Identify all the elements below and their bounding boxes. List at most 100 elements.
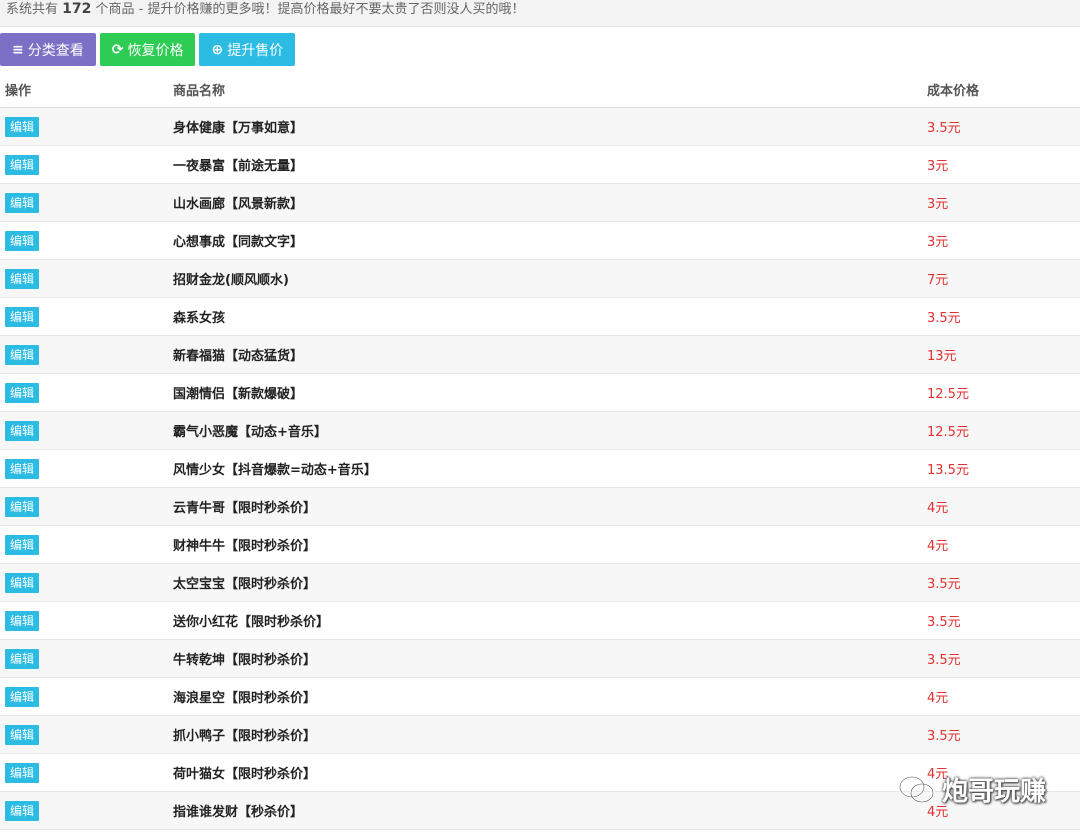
op-cell: 编辑 (0, 753, 168, 792)
price-cell: 3.5元 (922, 715, 1080, 754)
edit-button[interactable]: 编辑 (5, 306, 40, 327)
product-count: 172 (62, 1, 92, 17)
product-name: 财神牛牛【限时秒杀价】 (173, 539, 317, 554)
price-cell: 3.5元 (922, 639, 1080, 678)
cost-price: 3.5元 (927, 121, 961, 136)
edit-button[interactable]: 编辑 (5, 610, 40, 631)
page: 系统共有 172 个商品 - 提升价格赚的更多哦！提高价格最好不要太贵了否则没人… (0, 0, 1080, 838)
op-cell: 编辑 (0, 449, 168, 488)
edit-button[interactable]: 编辑 (5, 230, 40, 251)
edit-button[interactable]: 编辑 (5, 192, 40, 213)
op-cell: 编辑 (0, 525, 168, 564)
table-row: 编辑 送你小红花【限时秒杀价】 3.5元 (0, 601, 1080, 640)
edit-button[interactable]: 编辑 (5, 496, 40, 517)
op-cell: 编辑 (0, 297, 168, 336)
op-cell: 编辑 (0, 183, 168, 222)
edit-button[interactable]: 编辑 (5, 344, 40, 365)
price-cell: 4元 (922, 525, 1080, 564)
restore-price-label: 恢复价格 (127, 42, 184, 59)
product-table: 操作 商品名称 成本价格 编辑 身体健康【万事如意】 3.5元 编辑 一夜暴富【前途无量… (0, 71, 1080, 830)
name-cell: 荷叶猫女【限时秒杀价】 (168, 753, 922, 792)
product-name: 一夜暴富【前途无量】 (173, 159, 304, 174)
name-cell: 森系女孩 (168, 297, 922, 336)
cost-price: 4元 (927, 539, 949, 554)
table-row: 编辑 牛转乾坤【限时秒杀价】 3.5元 (0, 639, 1080, 678)
product-name: 身体健康【万事如意】 (173, 121, 304, 136)
edit-button[interactable]: 编辑 (5, 534, 40, 555)
product-name: 风情少女【抖音爆款=动态+音乐】 (173, 463, 377, 478)
name-cell: 财神牛牛【限时秒杀价】 (168, 525, 922, 564)
name-cell: 山水画廊【风景新款】 (168, 183, 922, 222)
edit-button[interactable]: 编辑 (5, 648, 40, 669)
table-row: 编辑 森系女孩 3.5元 (0, 297, 1080, 336)
cost-price: 3.5元 (927, 577, 961, 592)
op-cell: 编辑 (0, 221, 168, 260)
product-name: 新春福猫【动态猛货】 (173, 349, 304, 364)
edit-button[interactable]: 编辑 (5, 572, 40, 593)
name-cell: 招财金龙(顺风顺水) (168, 259, 922, 298)
header-price: 成本价格 (922, 71, 1080, 108)
op-cell: 编辑 (0, 259, 168, 298)
edit-button[interactable]: 编辑 (5, 154, 40, 175)
edit-button[interactable]: 编辑 (5, 420, 40, 441)
plus-circle-icon: ⊕ (211, 41, 224, 58)
edit-button[interactable]: 编辑 (5, 686, 40, 707)
name-cell: 太空宝宝【限时秒杀价】 (168, 563, 922, 602)
cost-price: 3.5元 (927, 653, 961, 668)
cost-price: 12.5元 (927, 387, 969, 402)
edit-button[interactable]: 编辑 (5, 762, 40, 783)
op-cell: 编辑 (0, 335, 168, 374)
cost-price: 3元 (927, 235, 949, 250)
cost-price: 12.5元 (927, 425, 969, 440)
edit-button[interactable]: 编辑 (5, 724, 40, 745)
product-name: 送你小红花【限时秒杀价】 (173, 615, 330, 630)
notice-prefix: 系统共有 (6, 2, 59, 17)
table-row: 编辑 太空宝宝【限时秒杀价】 3.5元 (0, 563, 1080, 602)
product-name: 指谁谁发财【秒杀价】 (173, 805, 304, 820)
op-cell: 编辑 (0, 639, 168, 678)
op-cell: 编辑 (0, 373, 168, 412)
cost-price: 3.5元 (927, 615, 961, 630)
edit-button[interactable]: 编辑 (5, 458, 40, 479)
table-row: 编辑 霸气小恶魔【动态+音乐】 12.5元 (0, 411, 1080, 450)
header-op: 操作 (0, 71, 168, 108)
edit-button[interactable]: 编辑 (5, 382, 40, 403)
price-cell: 12.5元 (922, 373, 1080, 412)
raise-price-button[interactable]: ⊕ 提升售价 (199, 33, 296, 66)
cost-price: 3元 (927, 159, 949, 174)
name-cell: 云青牛哥【限时秒杀价】 (168, 487, 922, 526)
op-cell: 编辑 (0, 601, 168, 640)
table-row: 编辑 海浪星空【限时秒杀价】 4元 (0, 677, 1080, 716)
name-cell: 一夜暴富【前途无量】 (168, 145, 922, 184)
table-row: 编辑 招财金龙(顺风顺水) 7元 (0, 259, 1080, 298)
edit-button[interactable]: 编辑 (5, 800, 40, 821)
notice-bar: 系统共有 172 个商品 - 提升价格赚的更多哦！提高价格最好不要太贵了否则没人… (0, 0, 1080, 27)
edit-button[interactable]: 编辑 (5, 116, 40, 137)
table-row: 编辑 一夜暴富【前途无量】 3元 (0, 145, 1080, 184)
cost-price: 7元 (927, 273, 949, 288)
product-name: 心想事成【同款文字】 (173, 235, 304, 250)
product-name: 山水画廊【风景新款】 (173, 197, 304, 212)
header-name: 商品名称 (168, 71, 922, 108)
name-cell: 身体健康【万事如意】 (168, 107, 922, 146)
edit-button[interactable]: 编辑 (5, 268, 40, 289)
cost-price: 13.5元 (927, 463, 969, 478)
cost-price: 3.5元 (927, 729, 961, 744)
cost-price: 4元 (927, 805, 949, 820)
notice-suffix: 个商品 - 提升价格赚的更多哦！提高价格最好不要太贵了否则没人买的哦！ (95, 2, 525, 17)
restore-price-button[interactable]: ⟳ 恢复价格 (99, 33, 196, 66)
table-header-row: 操作 商品名称 成本价格 (0, 71, 1080, 108)
product-name: 海浪星空【限时秒杀价】 (173, 691, 317, 706)
cost-price: 4元 (927, 691, 949, 706)
product-name: 云青牛哥【限时秒杀价】 (173, 501, 317, 516)
category-view-button[interactable]: ≡ 分类查看 (0, 33, 96, 66)
price-cell: 3.5元 (922, 601, 1080, 640)
name-cell: 抓小鸭子【限时秒杀价】 (168, 715, 922, 754)
table-row: 编辑 抓小鸭子【限时秒杀价】 3.5元 (0, 715, 1080, 754)
table-row: 编辑 荷叶猫女【限时秒杀价】 4元 (0, 753, 1080, 792)
op-cell: 编辑 (0, 107, 168, 146)
cost-price: 4元 (927, 767, 949, 782)
price-cell: 4元 (922, 487, 1080, 526)
op-cell: 编辑 (0, 411, 168, 450)
op-cell: 编辑 (0, 145, 168, 184)
